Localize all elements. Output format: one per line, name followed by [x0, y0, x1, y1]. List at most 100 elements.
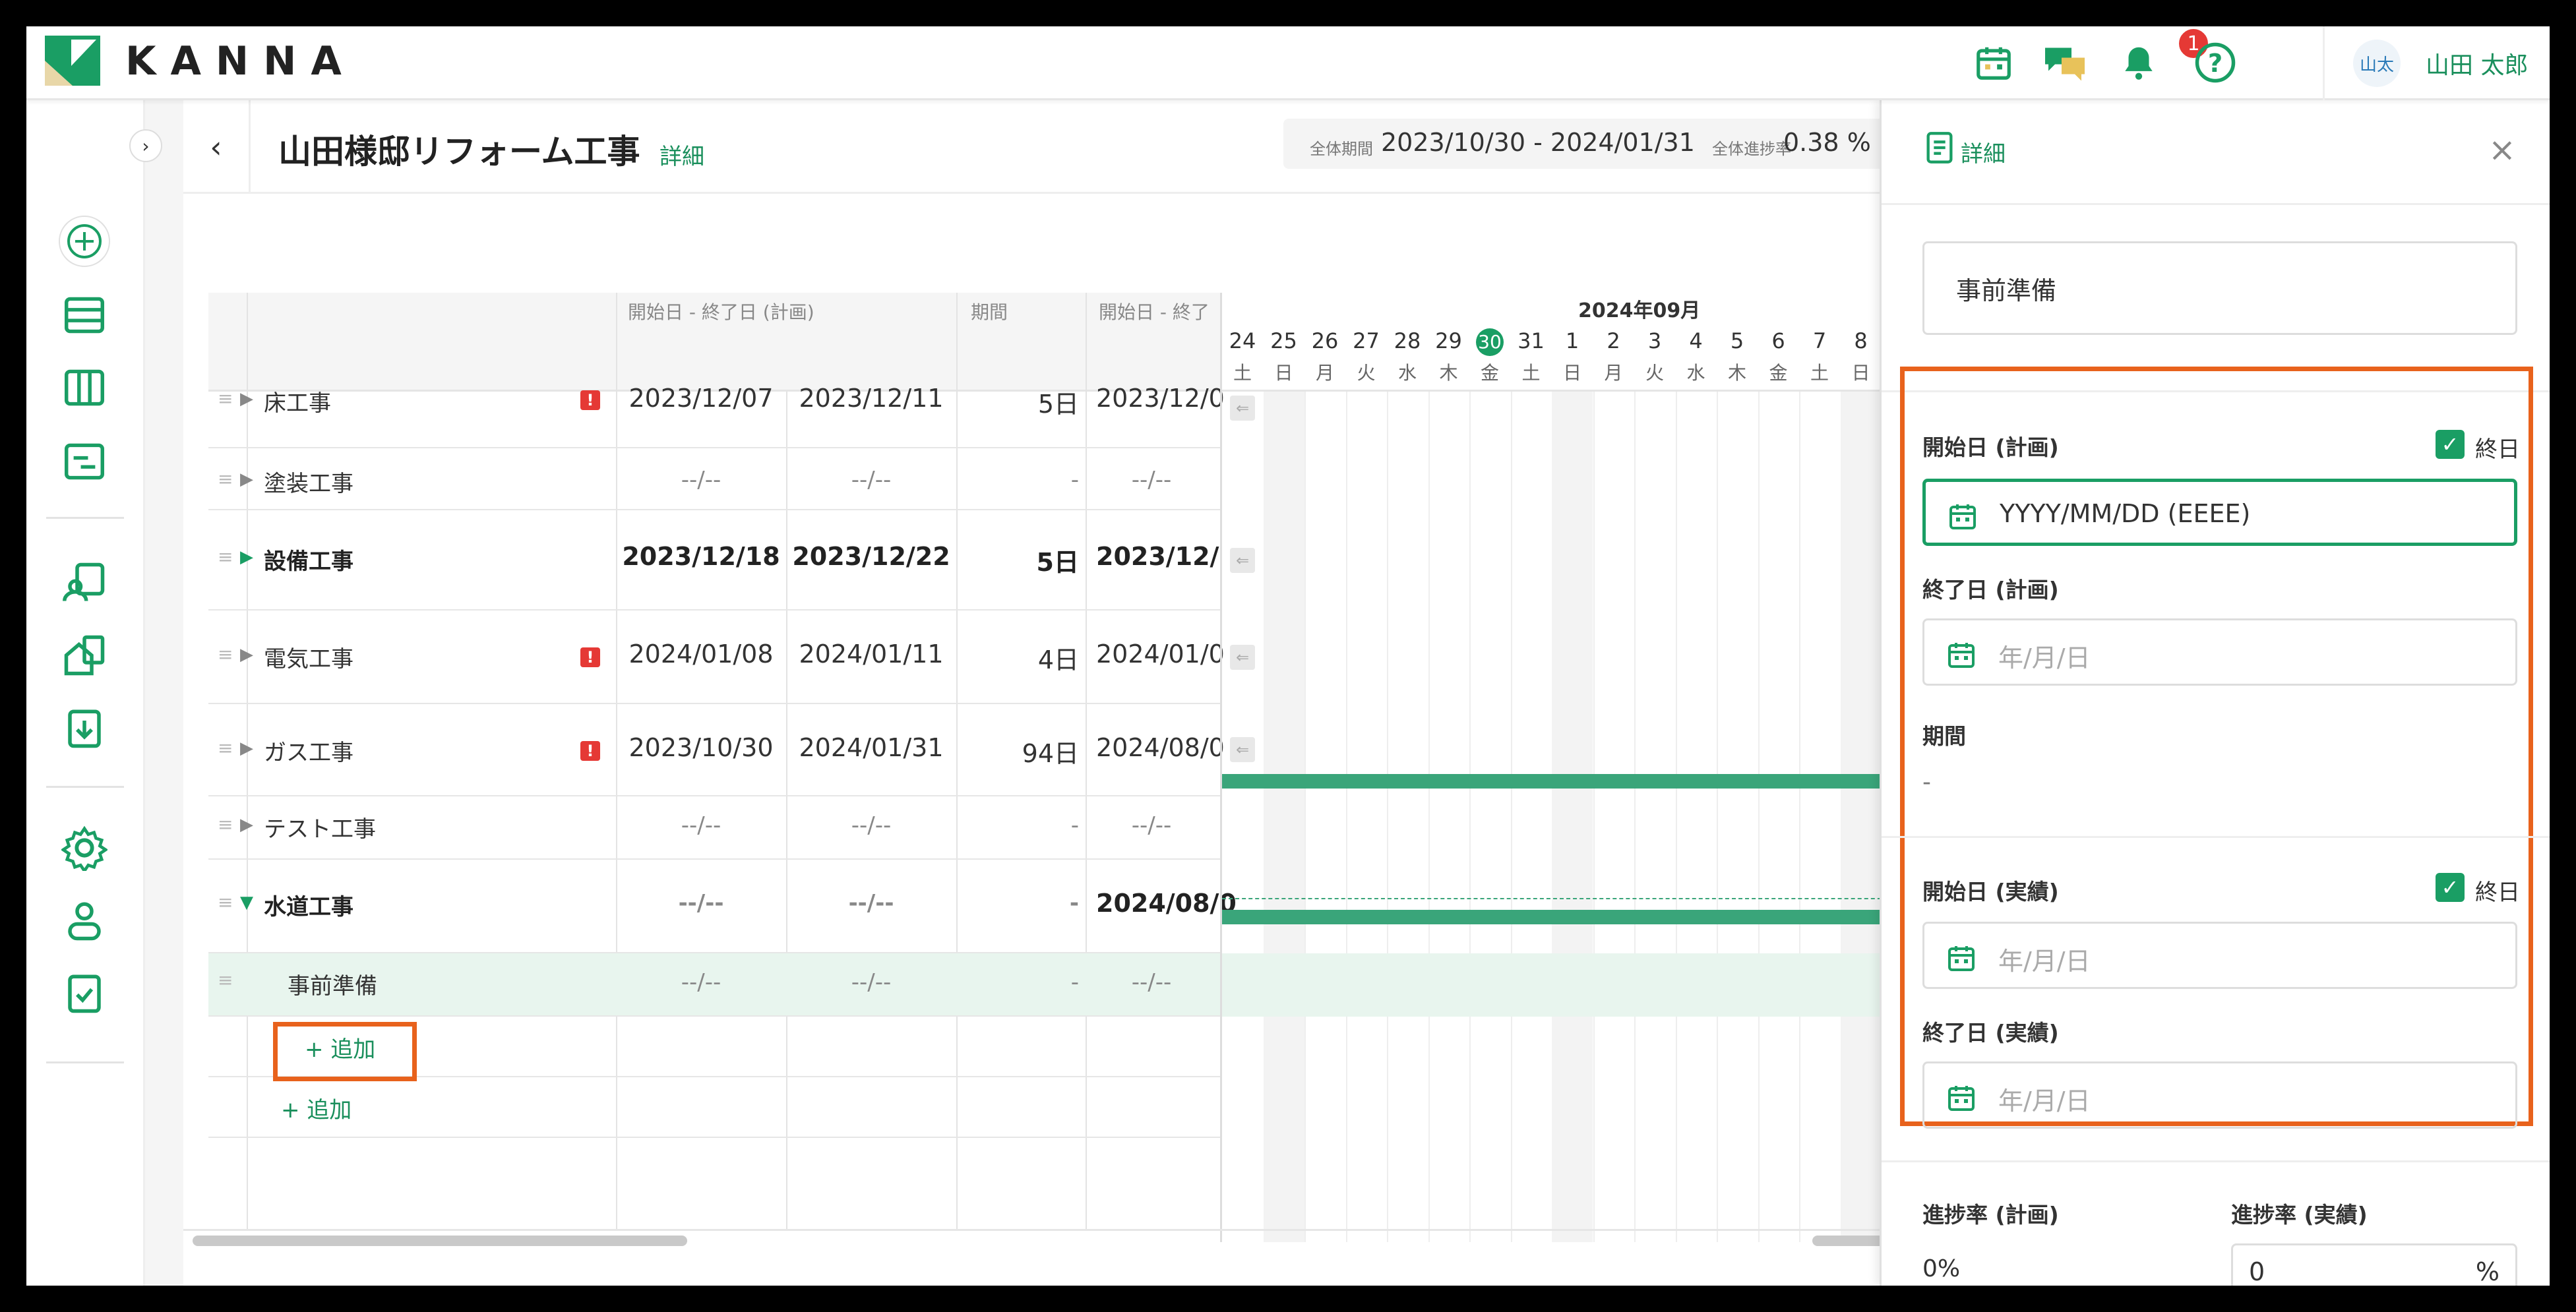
actual-start[interactable]: 2023/12/ [1096, 542, 1219, 571]
scroll-left-arrow-icon[interactable]: ⇐ [1230, 396, 1255, 421]
user-icon[interactable] [55, 891, 113, 949]
plan-end[interactable]: --/-- [786, 812, 956, 839]
actual-start-input[interactable]: 年/月/日 [1922, 922, 2517, 989]
help-icon[interactable]: ? [2190, 37, 2241, 88]
all-day-checkbox[interactable]: ✓ [2436, 430, 2465, 459]
drag-handle-icon[interactable]: ≡ [218, 468, 233, 490]
table-row[interactable]: ≡ ▶ 設備工事 2023/12/18 2023/12/22 5日 2023/1… [208, 510, 1220, 611]
gantt-grid-line [1469, 392, 1471, 1242]
back-button[interactable]: ‹ [183, 100, 251, 194]
plan-start[interactable]: --/-- [616, 969, 786, 996]
actual-start[interactable]: --/-- [1086, 812, 1217, 839]
plan-end[interactable]: --/-- [786, 467, 956, 493]
plan-start[interactable]: 2023/10/30 [616, 733, 786, 762]
gear-icon[interactable] [55, 819, 113, 877]
gantt-icon[interactable] [55, 432, 113, 491]
table-row[interactable]: ≡ ▶ 床工事 ! 2023/12/07 2023/12/11 5日 2023/… [208, 384, 1225, 448]
chat-icon[interactable] [2039, 37, 2091, 88]
plan-start[interactable]: --/-- [616, 467, 786, 493]
plan-end[interactable]: --/-- [786, 969, 956, 996]
drag-handle-icon[interactable]: ≡ [218, 969, 233, 991]
calendar-icon[interactable] [1968, 37, 2019, 88]
plan-end[interactable]: 2024/01/11 [786, 640, 956, 669]
list-icon[interactable] [55, 286, 113, 344]
plan-start[interactable]: 2023/12/07 [616, 384, 786, 413]
property-icon[interactable] [55, 626, 113, 684]
expand-caret-icon[interactable]: ▶ [240, 547, 253, 567]
horizontal-scrollbar[interactable] [193, 1236, 687, 1246]
expand-caret-icon[interactable]: ▶ [240, 738, 253, 758]
expand-caret-icon[interactable]: ▶ [240, 645, 253, 665]
plan-start-input[interactable]: YYYY/MM/DD (EEEE) [1922, 479, 2517, 546]
add-circle-icon[interactable] [55, 212, 113, 270]
task-name[interactable]: 床工事 [264, 385, 331, 417]
plan-start[interactable]: --/-- [616, 890, 786, 916]
actual-start[interactable]: 2024/08/0 [1096, 733, 1225, 762]
avatar[interactable]: 山太 [2353, 40, 2401, 87]
actual-start[interactable]: --/-- [1086, 467, 1217, 493]
user-name[interactable]: 山田 太郎 [2426, 46, 2528, 80]
task-name[interactable]: 塗装工事 [264, 465, 353, 498]
plan-end[interactable]: 2023/12/11 [786, 384, 956, 413]
duration: 4日 [1037, 645, 1079, 674]
progress-actual-input[interactable]: 0 % [2231, 1243, 2517, 1286]
scroll-left-arrow-icon[interactable]: ⇐ [1230, 737, 1255, 762]
actual-end-input[interactable]: 年/月/日 [1922, 1061, 2517, 1129]
add-task-button[interactable]: + 追加 [281, 1092, 352, 1124]
expand-caret-icon[interactable]: ▶ [240, 389, 253, 409]
scroll-left-arrow-icon[interactable]: ⇐ [1230, 548, 1255, 573]
bell-icon[interactable] [2113, 37, 2164, 88]
gantt-day: 6 [1771, 328, 1785, 353]
task-name[interactable]: 事前準備 [288, 968, 377, 1000]
gantt-bar[interactable] [1222, 910, 1906, 924]
collapse-caret-icon[interactable]: ▼ [240, 893, 253, 912]
expand-caret-icon[interactable]: ▶ [240, 815, 253, 835]
drag-handle-icon[interactable]: ≡ [218, 643, 233, 665]
plan-end[interactable]: 2023/12/22 [786, 542, 956, 571]
task-name[interactable]: 水道工事 [264, 889, 353, 921]
table-row[interactable]: ≡ ▶ テスト工事 --/-- --/-- - --/-- [208, 796, 1220, 860]
plan-start[interactable]: --/-- [616, 812, 786, 839]
scroll-left-arrow-icon[interactable]: ⇐ [1230, 645, 1255, 670]
table-row-selected[interactable]: ≡ 事前準備 --/-- --/-- - --/-- [208, 953, 1220, 1017]
drag-handle-icon[interactable]: ≡ [218, 388, 233, 409]
all-day-checkbox[interactable]: ✓ [2436, 873, 2465, 902]
table-row[interactable]: ≡ ▶ 塗装工事 --/-- --/-- - --/-- [208, 448, 1220, 510]
actual-start[interactable]: 2024/08/0 [1096, 889, 1237, 918]
checklist-icon[interactable] [55, 964, 113, 1022]
actual-start[interactable]: 2024/01/0 [1096, 640, 1225, 669]
detail-link[interactable]: 詳細 [659, 138, 704, 171]
drag-handle-icon[interactable]: ≡ [218, 737, 233, 759]
drag-handle-icon[interactable]: ≡ [218, 891, 233, 913]
gantt-weekday: 水 [1397, 362, 1417, 384]
plan-end[interactable]: 2024/01/31 [786, 733, 956, 762]
plan-end-input[interactable]: 年/月/日 [1922, 618, 2517, 686]
actual-start[interactable]: 2023/12/0 [1096, 384, 1225, 413]
table-row[interactable]: ≡ ▼ 水道工事 --/-- --/-- - 2024/08/0 [208, 860, 1237, 953]
plan-start[interactable]: 2024/01/08 [616, 640, 786, 669]
date-placeholder: 年/月/日 [1998, 1087, 2091, 1116]
plan-end[interactable]: --/-- [786, 890, 956, 916]
gantt-grid-line [1799, 392, 1800, 1242]
duration: - [1069, 890, 1079, 916]
table-row[interactable]: ≡ ▶ ガス工事 ! 2023/10/30 2024/01/31 94日 202… [208, 704, 1225, 796]
close-icon[interactable]: × [2488, 131, 2516, 169]
drag-handle-icon[interactable]: ≡ [218, 814, 233, 835]
sidebar-expand-chevron-icon[interactable]: › [129, 129, 162, 162]
actual-start[interactable]: --/-- [1086, 969, 1217, 996]
calendar-icon [1948, 643, 1975, 668]
task-name[interactable]: ガス工事 [264, 734, 353, 767]
plan-start[interactable]: 2023/12/18 [616, 542, 786, 571]
kanna-logo-icon[interactable] [45, 36, 100, 86]
table-row[interactable]: ≡ ▶ 電気工事 ! 2024/01/08 2024/01/11 4日 2024… [208, 611, 1225, 704]
task-name[interactable]: 設備工事 [264, 543, 353, 576]
board-icon[interactable] [55, 359, 113, 417]
expand-caret-icon[interactable]: ▶ [240, 469, 253, 489]
task-name[interactable]: 電気工事 [264, 641, 353, 673]
task-name[interactable]: テスト工事 [264, 811, 376, 843]
download-doc-icon[interactable] [55, 699, 113, 757]
drag-handle-icon[interactable]: ≡ [218, 546, 233, 568]
customer-icon[interactable] [55, 554, 113, 612]
task-name-input[interactable]: 事前準備 [1922, 241, 2517, 335]
gantt-bar[interactable] [1222, 774, 1906, 789]
